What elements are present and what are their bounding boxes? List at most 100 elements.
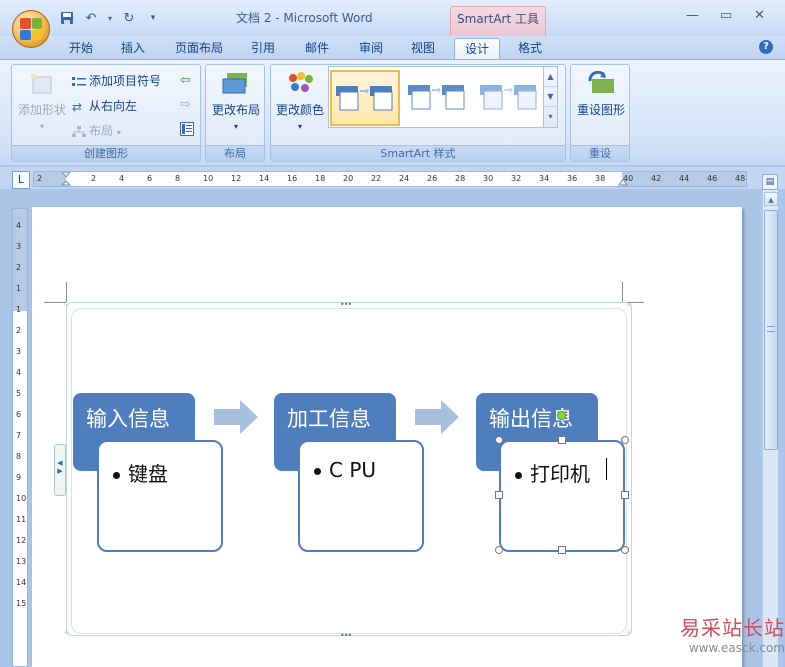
tab-design[interactable]: 设计 [454, 38, 500, 60]
vertical-scrollbar[interactable]: ▲ [762, 190, 778, 667]
bullet-icon [515, 472, 522, 479]
group-label-layouts: 布局 [206, 145, 264, 161]
quick-access-toolbar: ↶ ▾ ↻ ▾ [58, 10, 162, 26]
frame-corner-grip-icon[interactable]: ⁘ [625, 628, 632, 637]
tab-references[interactable]: 引用 [244, 38, 282, 60]
ruler-tick-label: 3 [16, 242, 22, 251]
step-title: 加工信息 [287, 407, 371, 431]
add-bullet-button[interactable]: 添加项目符号 [72, 72, 161, 89]
tab-mailings[interactable]: 邮件 [298, 38, 336, 60]
frame-top-grip-icon[interactable]: ••• [340, 300, 352, 309]
ruler-tick-label: 4 [16, 221, 22, 230]
gallery-up-icon[interactable]: ▲ [544, 67, 557, 87]
tab-format[interactable]: 格式 [510, 38, 550, 60]
frame-corner-grip-icon[interactable]: ⁘ [625, 300, 632, 309]
resize-handle[interactable] [495, 436, 503, 444]
crop-mark [66, 282, 67, 302]
ruler-tick-label: 6 [16, 410, 22, 419]
indent-marker-icon[interactable] [61, 172, 71, 188]
ruler-tick-label: 42 [651, 174, 662, 183]
ruler-tick-label: 14 [16, 578, 27, 587]
close-icon[interactable]: ✕ [754, 8, 765, 23]
view-ruler-icon[interactable]: ▤ [762, 174, 778, 190]
bullet-list-icon [72, 76, 86, 88]
reset-graphic-button[interactable]: 重设图形 [575, 69, 627, 118]
tab-insert[interactable]: 插入 [114, 38, 152, 60]
change-layout-icon [222, 73, 247, 94]
resize-handle[interactable] [558, 546, 566, 554]
frame-corner-grip-icon[interactable]: ⁘ [63, 300, 70, 309]
style-option-2[interactable] [403, 70, 473, 126]
tab-selector[interactable]: L [12, 171, 30, 189]
step-item-box[interactable]: C PU [298, 440, 424, 552]
layout-dropdown-button[interactable]: 布局 ▾ [72, 122, 121, 139]
resize-handle[interactable] [495, 491, 503, 499]
tab-view[interactable]: 视图 [404, 38, 442, 60]
reset-graphic-icon [588, 71, 614, 93]
resize-handle[interactable] [621, 491, 629, 499]
style-option-simple[interactable] [330, 70, 400, 126]
contextual-tab-title: SmartArt 工具 [450, 6, 546, 36]
ruler-tick-label: 4 [16, 368, 22, 377]
office-button[interactable] [12, 10, 50, 48]
ruler-tick-label: 2 [91, 174, 97, 183]
window-title: 文档 2 - Microsoft Word [236, 11, 373, 25]
tab-page-layout[interactable]: 页面布局 [168, 38, 230, 60]
change-colors-button[interactable]: 更改颜色 ▾ [273, 69, 327, 132]
ruler-tick-label: 26 [427, 174, 438, 183]
add-shape-button[interactable]: 添加形状 ▾ [18, 69, 66, 132]
minimize-icon[interactable]: — [686, 8, 699, 23]
undo-dropdown-icon[interactable]: ▾ [106, 10, 114, 26]
redo-icon[interactable]: ↻ [120, 10, 138, 26]
frame-corner-grip-icon[interactable]: ⁘ [63, 628, 70, 637]
frame-bottom-grip-icon[interactable]: ••• [340, 631, 352, 640]
restore-icon[interactable]: ▭ [720, 8, 732, 23]
resize-handle[interactable] [621, 546, 629, 554]
right-to-left-button[interactable]: ⇄ 从右向左 [72, 97, 137, 114]
ruler-tick-label: 28 [455, 174, 466, 183]
save-icon[interactable] [58, 10, 76, 26]
group-reset: 重设图形 重设 [570, 64, 630, 162]
vertical-ruler[interactable]: 4 3 2 1 1 2 3 4 5 6 7 8 9 10 11 12 13 14 15 [12, 208, 28, 667]
step-item: 键盘 [128, 462, 168, 486]
demote-icon[interactable]: ⇨ [180, 97, 191, 112]
resize-handle[interactable] [495, 546, 503, 554]
customize-icon[interactable]: ▾ [144, 10, 162, 26]
rotation-handle[interactable] [557, 411, 566, 420]
right-indent-marker-icon[interactable] [618, 179, 628, 187]
group-label-smartart-styles: SmartArt 样式 [271, 145, 565, 161]
ruler-tick-label: 2 [37, 174, 43, 183]
gallery-more-icon[interactable]: ▾ [544, 107, 557, 127]
tab-review[interactable]: 审阅 [352, 38, 390, 60]
ruler-tick-label: 32 [511, 174, 522, 183]
ruler-tick-label: 9 [16, 473, 22, 482]
text-pane-icon[interactable] [180, 122, 194, 139]
resize-handle[interactable] [558, 436, 566, 444]
thumb-grip-icon [767, 326, 775, 332]
ruler-tick-label: 10 [16, 494, 27, 503]
step-item: C PU [329, 458, 377, 482]
scroll-up-icon[interactable]: ▲ [764, 192, 778, 206]
ruler-tick-label: 8 [16, 452, 22, 461]
ruler-tick-label: 15 [16, 599, 27, 608]
style-option-3[interactable] [475, 70, 545, 126]
ruler-tick-label: 20 [343, 174, 354, 183]
change-layout-button[interactable]: 更改布局 ▾ [210, 69, 262, 132]
tab-home[interactable]: 开始 [62, 38, 100, 60]
promote-icon[interactable]: ⇦ [180, 73, 191, 88]
resize-handle[interactable] [621, 436, 629, 444]
ruler-tick-label: 8 [175, 174, 181, 183]
step-item-box[interactable]: 键盘 [97, 440, 223, 552]
bullet-icon [314, 468, 321, 475]
watermark: 易采站长站 www.easck.com [664, 612, 785, 667]
horizontal-ruler[interactable]: 2 2 4 6 8 10 12 14 16 18 20 22 24 26 28 30 32 34 36 38 40 42 4… [33, 171, 747, 187]
undo-icon[interactable]: ↶ [82, 10, 100, 26]
ruler-tick-label: 4 [119, 174, 125, 183]
office-logo-icon [20, 18, 42, 40]
gallery-down-icon[interactable]: ▼ [544, 87, 557, 107]
help-icon[interactable]: ? [759, 40, 773, 54]
step-item-box-selected[interactable]: 打印机 [499, 440, 625, 552]
ruler-tick-label: 18 [315, 174, 326, 183]
text-pane-toggle-icon[interactable]: ◀ ▶ [54, 444, 66, 496]
style-preview-3 [480, 85, 537, 110]
